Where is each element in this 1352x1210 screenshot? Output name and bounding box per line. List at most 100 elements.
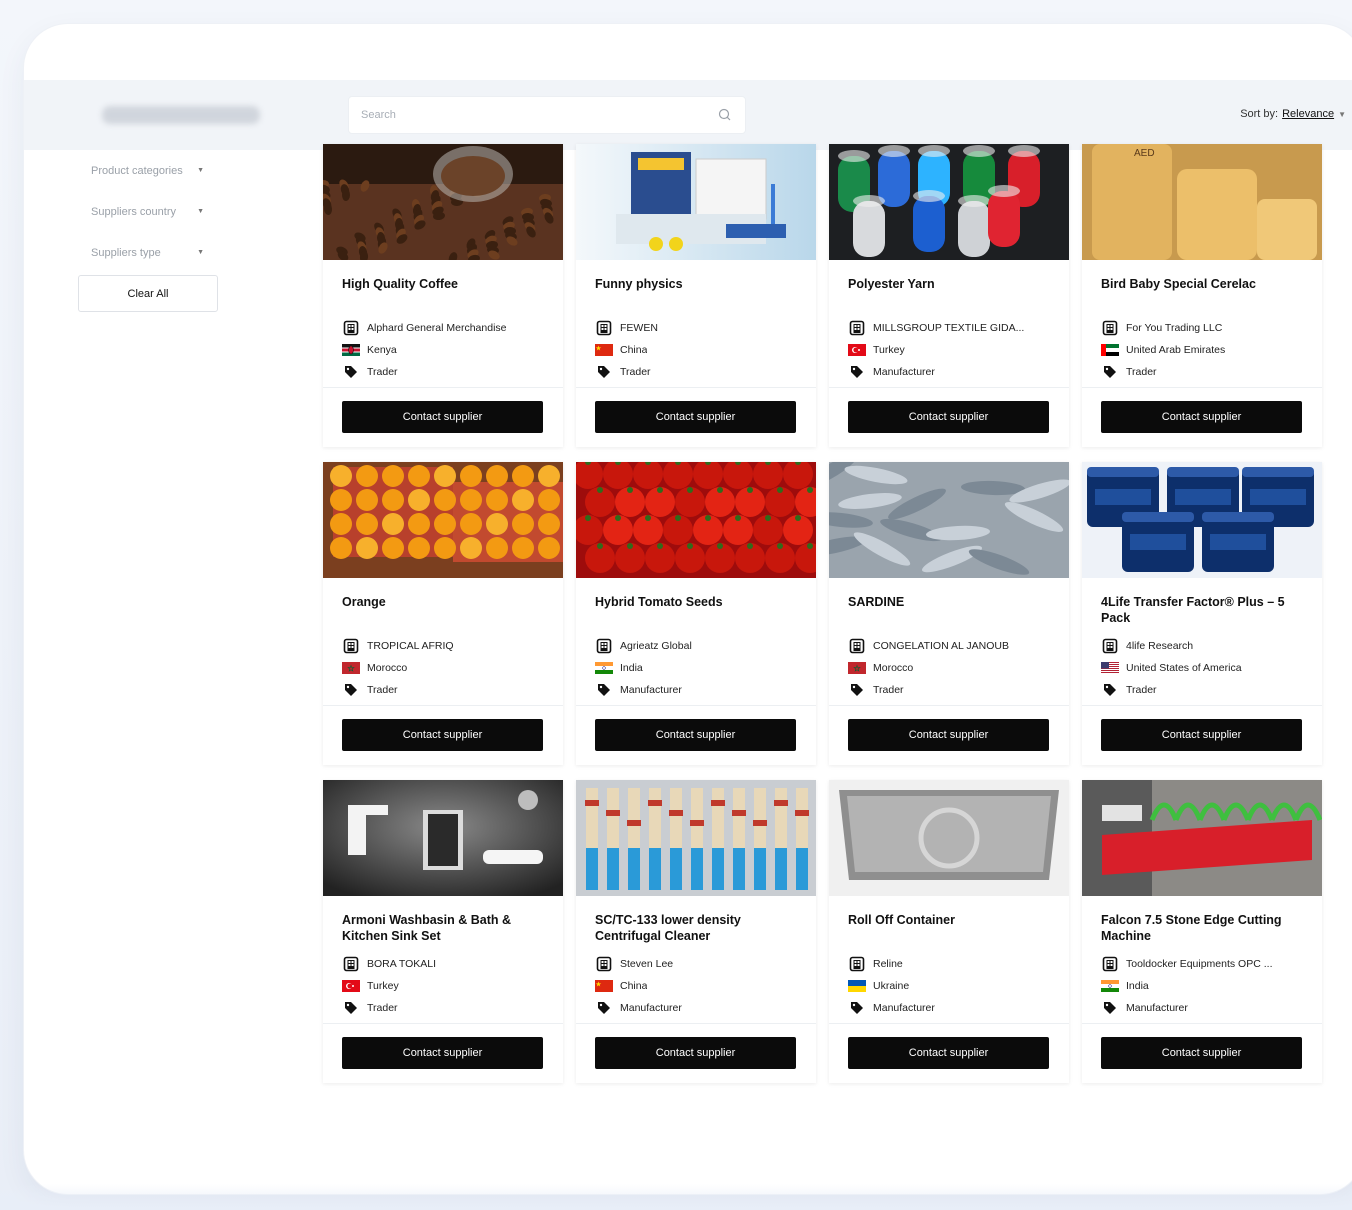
sort-label: Sort by: bbox=[1240, 108, 1279, 120]
filter-suppliers-country[interactable]: Suppliers country ▼ bbox=[78, 191, 218, 232]
product-card[interactable]: AED Bird Baby Special Cerelac For You Tr… bbox=[1082, 144, 1322, 447]
product-title[interactable]: SC/TC-133 lower density Centrifugal Clea… bbox=[595, 912, 800, 944]
contact-supplier-button[interactable]: Contact supplier bbox=[595, 719, 796, 751]
product-image[interactable] bbox=[829, 780, 1069, 896]
product-image[interactable] bbox=[323, 462, 563, 578]
product-title[interactable]: Roll Off Container bbox=[848, 912, 1053, 928]
type-row: Manufacturer bbox=[595, 679, 805, 701]
supplier-name: BORA TOKALI bbox=[367, 958, 437, 970]
contact-supplier-button[interactable]: Contact supplier bbox=[342, 719, 543, 751]
clear-all-button[interactable]: Clear All bbox=[78, 275, 218, 312]
supplier-name: CONGELATION AL JANOUB bbox=[873, 640, 1009, 652]
supplier-info: Reline Ukraine Manufacturer bbox=[848, 953, 1058, 1019]
caret-down-icon[interactable]: ▼ bbox=[197, 208, 204, 215]
tag-icon bbox=[342, 1001, 360, 1015]
product-image[interactable] bbox=[1082, 462, 1322, 578]
product-card[interactable]: Armoni Washbasin & Bath & Kitchen Sink S… bbox=[323, 780, 563, 1083]
tag-icon bbox=[595, 683, 613, 697]
supplier-row: BORA TOKALI bbox=[342, 953, 552, 975]
product-card[interactable]: Funny physics FEWEN China Trader Contact… bbox=[576, 144, 816, 447]
product-card[interactable]: High Quality Coffee Alphard General Merc… bbox=[323, 144, 563, 447]
supplier-country: Ukraine bbox=[873, 980, 910, 992]
supplier-info: Steven Lee China Manufacturer bbox=[595, 953, 805, 1019]
product-image[interactable] bbox=[829, 462, 1069, 578]
search-icon[interactable] bbox=[717, 107, 733, 123]
building-icon bbox=[1101, 638, 1119, 654]
contact-supplier-button[interactable]: Contact supplier bbox=[1101, 719, 1302, 751]
contact-supplier-button[interactable]: Contact supplier bbox=[342, 1037, 543, 1069]
product-title[interactable]: SARDINE bbox=[848, 594, 1053, 610]
product-image[interactable] bbox=[323, 780, 563, 896]
contact-supplier-button[interactable]: Contact supplier bbox=[848, 719, 1049, 751]
supplier-type: Manufacturer bbox=[1126, 1002, 1188, 1014]
product-title[interactable]: Funny physics bbox=[595, 276, 800, 292]
card-divider bbox=[576, 705, 816, 706]
supplier-country: Turkey bbox=[367, 980, 399, 992]
product-title[interactable]: Hybrid Tomato Seeds bbox=[595, 594, 800, 610]
product-title[interactable]: Bird Baby Special Cerelac bbox=[1101, 276, 1306, 292]
supplier-country: India bbox=[620, 662, 643, 674]
supplier-name: Tooldocker Equipments OPC ... bbox=[1126, 958, 1273, 970]
type-row: Trader bbox=[1101, 679, 1311, 701]
type-row: Manufacturer bbox=[595, 997, 805, 1019]
product-card[interactable]: SC/TC-133 lower density Centrifugal Clea… bbox=[576, 780, 816, 1083]
usa-flag-icon bbox=[1101, 661, 1119, 675]
product-title[interactable]: Polyester Yarn bbox=[848, 276, 1053, 292]
product-card[interactable]: Roll Off Container Reline Ukraine Manufa… bbox=[829, 780, 1069, 1083]
caret-down-icon[interactable]: ▼ bbox=[197, 249, 204, 256]
product-image[interactable]: AED bbox=[1082, 144, 1322, 260]
country-row: India bbox=[595, 657, 805, 679]
supplier-info: For You Trading LLC United Arab Emirates… bbox=[1101, 317, 1311, 383]
type-row: Trader bbox=[342, 361, 552, 383]
contact-supplier-button[interactable]: Contact supplier bbox=[1101, 1037, 1302, 1069]
product-image[interactable] bbox=[323, 144, 563, 260]
contact-supplier-button[interactable]: Contact supplier bbox=[595, 1037, 796, 1069]
contact-supplier-button[interactable]: Contact supplier bbox=[1101, 401, 1302, 433]
card-divider bbox=[323, 1023, 563, 1024]
svg-text:AED: AED bbox=[1134, 148, 1155, 159]
product-image[interactable] bbox=[1082, 780, 1322, 896]
supplier-country: Kenya bbox=[367, 344, 397, 356]
supplier-type: Trader bbox=[873, 684, 904, 696]
product-title[interactable]: Falcon 7.5 Stone Edge Cutting Machine bbox=[1101, 912, 1306, 944]
product-image[interactable] bbox=[576, 780, 816, 896]
product-card[interactable]: Polyester Yarn MILLSGROUP TEXTILE GIDA..… bbox=[829, 144, 1069, 447]
product-card[interactable]: 4Life Transfer Factor® Plus – 5 Pack 4li… bbox=[1082, 462, 1322, 765]
supplier-name: 4life Research bbox=[1126, 640, 1194, 652]
supplier-type: Manufacturer bbox=[873, 1002, 935, 1014]
product-title[interactable]: Orange bbox=[342, 594, 547, 610]
country-row: India bbox=[1101, 975, 1311, 997]
filter-suppliers-type[interactable]: Suppliers type ▼ bbox=[78, 232, 218, 273]
building-icon bbox=[1101, 320, 1119, 336]
product-card[interactable]: SARDINE CONGELATION AL JANOUB Morocco Tr… bbox=[829, 462, 1069, 765]
supplier-country: India bbox=[1126, 980, 1149, 992]
product-card[interactable]: Orange TROPICAL AFRIQ Morocco Trader Con… bbox=[323, 462, 563, 765]
caret-down-icon[interactable]: ▼ bbox=[197, 167, 204, 174]
product-title[interactable]: High Quality Coffee bbox=[342, 276, 547, 292]
filter-product-categories[interactable]: Product categories ▼ bbox=[78, 150, 218, 191]
contact-supplier-button[interactable]: Contact supplier bbox=[342, 401, 543, 433]
contact-supplier-button[interactable]: Contact supplier bbox=[595, 401, 796, 433]
search-input[interactable] bbox=[361, 109, 717, 121]
card-divider bbox=[1082, 705, 1322, 706]
product-image[interactable] bbox=[829, 144, 1069, 260]
tag-icon bbox=[1101, 683, 1119, 697]
product-image[interactable] bbox=[576, 462, 816, 578]
india-flag-icon bbox=[1101, 979, 1119, 993]
product-card[interactable]: Falcon 7.5 Stone Edge Cutting Machine To… bbox=[1082, 780, 1322, 1083]
china-flag-icon bbox=[595, 979, 613, 993]
product-title[interactable]: 4Life Transfer Factor® Plus – 5 Pack bbox=[1101, 594, 1306, 626]
product-card[interactable]: Hybrid Tomato Seeds Agrieatz Global Indi… bbox=[576, 462, 816, 765]
product-title[interactable]: Armoni Washbasin & Bath & Kitchen Sink S… bbox=[342, 912, 547, 944]
search-box[interactable] bbox=[348, 96, 746, 134]
sort-control[interactable]: Sort by: Relevance ▼ bbox=[1240, 108, 1346, 120]
supplier-name: Alphard General Merchandise bbox=[367, 322, 507, 334]
contact-supplier-button[interactable]: Contact supplier bbox=[848, 1037, 1049, 1069]
contact-supplier-button[interactable]: Contact supplier bbox=[848, 401, 1049, 433]
tag-icon bbox=[595, 1001, 613, 1015]
chevron-down-icon[interactable]: ▼ bbox=[1338, 110, 1346, 119]
product-image[interactable] bbox=[576, 144, 816, 260]
sort-value[interactable]: Relevance bbox=[1282, 108, 1334, 120]
building-icon bbox=[848, 956, 866, 972]
building-icon bbox=[595, 638, 613, 654]
